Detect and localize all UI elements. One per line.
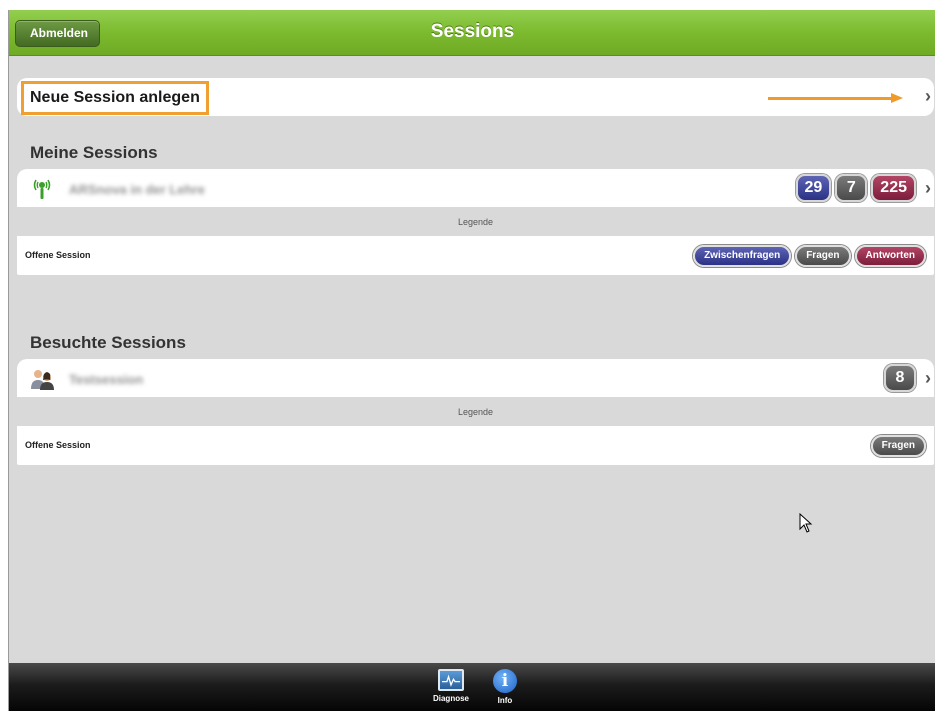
my-session-item[interactable]: ARSnova in der Lehre 29 7 225 › [17,169,934,207]
broadcast-icon [33,179,51,199]
session-name: ARSnova in der Lehre [69,182,205,197]
visited-sessions-heading: Besuchte Sessions [30,333,186,352]
header-bar: Abmelden Sessions [9,10,935,56]
legend-caption: Legende [17,398,934,426]
pill-interposed-questions: Zwischenfragen [693,245,792,267]
legend-caption: Legende [17,208,934,236]
new-session-label: Neue Session anlegen [21,81,209,115]
pill-answers: Antworten [854,245,926,267]
legend-row: Offene Session Zwischenfragen Fragen Ant… [17,236,934,275]
badge-questions: 7 [835,174,868,202]
badge-questions: 8 [884,364,916,392]
visited-session-item[interactable]: Testsession 8 › [17,359,934,397]
badge-interposed-questions: 29 [795,174,832,202]
users-icon [31,370,54,390]
bottom-toolbar: Diagnose i Info [9,663,935,711]
legend-label: Offene Session [25,440,91,450]
diagnose-icon [438,669,464,691]
pill-questions: Fragen [795,245,851,267]
new-session-row[interactable]: Neue Session anlegen › [17,78,934,116]
tab-info[interactable]: i Info [477,669,533,705]
my-sessions-heading: Meine Sessions [30,143,158,162]
legend-pills: Fragen [870,435,926,457]
mouse-cursor-icon [799,513,813,533]
badge-answers: 225 [871,174,916,202]
session-badges: 29 7 225 [795,174,916,202]
legend-row: Offene Session Fragen [17,426,934,465]
session-badges: 8 [884,364,916,392]
app-frame: Abmelden Sessions Neue Session anlegen ›… [8,10,935,711]
session-name: Testsession [69,372,144,387]
pill-questions: Fragen [870,435,926,457]
chevron-right-icon: › [925,368,931,388]
info-icon: i [493,669,517,693]
chevron-right-icon: › [925,178,931,198]
legend-pills: Zwischenfragen Fragen Antworten [693,245,926,267]
legend-label: Offene Session [25,250,91,260]
tab-label: Diagnose [432,694,469,703]
page-title: Sessions [430,21,515,42]
tab-diagnose[interactable]: Diagnose [423,669,479,703]
chevron-right-icon: › [925,86,931,106]
annotation-arrow [768,93,903,103]
tab-label: Info [497,696,513,705]
